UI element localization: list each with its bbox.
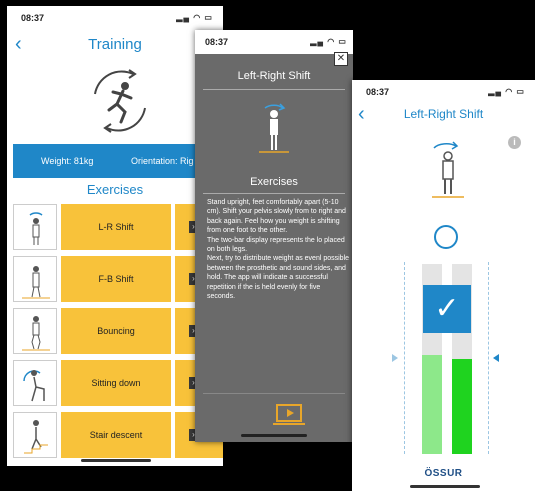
close-button[interactable]: ✕ — [334, 52, 348, 66]
status-time: 08:37 — [21, 13, 45, 23]
status-bar: 08:37 ▂▄ ◠ ▭ — [195, 30, 353, 54]
right-leg-load-fill — [452, 359, 472, 454]
weight-label: Weight: 81kg — [41, 156, 94, 166]
exercise-label: F-B Shift — [61, 256, 171, 302]
training-screen: 08:37 ▂▄ ◠ ▭ ‹ Training Weight: 81kg Ori… — [7, 6, 223, 466]
play-video-base — [273, 423, 305, 425]
divider — [203, 89, 345, 90]
ossur-logo: ÖSSUR — [424, 468, 463, 479]
left-rail — [404, 262, 406, 454]
success-check-icon: ✓ — [423, 285, 471, 333]
status-time: 08:37 — [205, 37, 229, 47]
user-info-bar: Weight: 81kg Orientation: Rig — [13, 144, 223, 178]
status-icons: ▂▄ ◠ ▭ — [488, 87, 525, 96]
standing-person-icon — [259, 103, 289, 153]
page-title: Training — [88, 36, 142, 53]
left-leg-load-fill — [422, 355, 442, 454]
orientation-label: Orientation: Rig — [131, 156, 194, 166]
exercise-row-stair-descent[interactable]: Stair descent › — [13, 412, 223, 458]
status-time: 08:37 — [366, 87, 390, 97]
status-icons: ▂▄ ◠ ▭ — [310, 37, 347, 46]
fb-shift-thumbnail-icon — [13, 256, 57, 302]
standing-person-icon — [432, 141, 464, 198]
exercise-label: L-R Shift — [61, 204, 171, 250]
divider — [203, 193, 345, 194]
info-icon[interactable]: i — [508, 136, 521, 149]
exercise-label: Bouncing — [61, 308, 171, 354]
running-person-icon — [94, 69, 146, 133]
bouncing-thumbnail-icon — [13, 308, 57, 354]
status-bar: 08:37 ▂▄ ◠ ▭ — [7, 6, 223, 28]
instructions-text: Stand upright, feet comfortably apart (5… — [207, 199, 349, 301]
page-title: Left-Right Shift — [403, 107, 484, 121]
balance-screen: 08:37 ▂▄ ◠ ▭ ‹ Left-Right Shift i ✓ ÖSSU… — [352, 80, 535, 491]
exercise-row-fb-shift[interactable]: F-B Shift › — [13, 256, 223, 302]
exercise-row-lr-shift[interactable]: L-R Shift › — [13, 204, 223, 250]
stair-descent-thumbnail-icon — [13, 412, 57, 458]
exercise-detail-screen: 08:37 ▂▄ ◠ ▭ ✕ Left-Right Shift Exercise… — [195, 30, 353, 442]
exercise-label: Sitting down — [61, 360, 171, 406]
home-indicator — [241, 434, 307, 437]
exercises-heading: Exercises — [250, 176, 298, 188]
left-marker-icon — [392, 354, 398, 362]
exercise-label: Stair descent — [61, 412, 171, 458]
status-bar: 08:37 ▂▄ ◠ ▭ — [352, 80, 535, 102]
status-icons: ▂▄ ◠ ▭ — [176, 13, 213, 22]
sitting-down-thumbnail-icon — [13, 360, 57, 406]
home-indicator — [410, 485, 480, 488]
exercise-row-bouncing[interactable]: Bouncing › — [13, 308, 223, 354]
divider — [203, 393, 345, 394]
status-circle — [434, 225, 458, 249]
exercise-row-sitting-down[interactable]: Sitting down › — [13, 360, 223, 406]
right-marker-icon — [493, 354, 499, 362]
detail-title: Left-Right Shift — [237, 70, 311, 82]
play-video-icon[interactable] — [276, 404, 302, 422]
home-indicator — [81, 459, 151, 462]
lr-shift-thumbnail-icon — [13, 204, 57, 250]
exercises-heading: Exercises — [86, 182, 144, 197]
right-rail — [488, 262, 490, 454]
